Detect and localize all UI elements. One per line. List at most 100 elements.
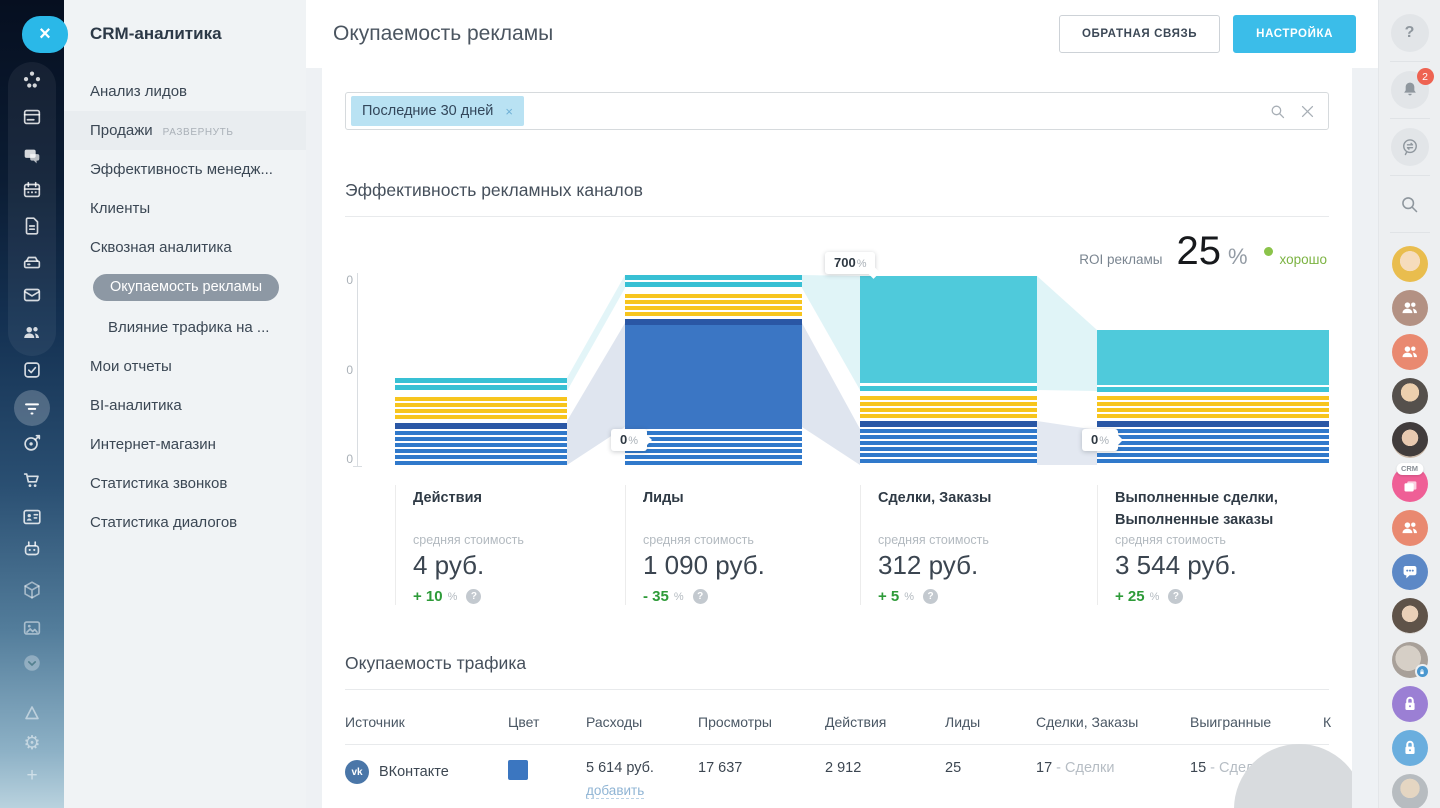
dialog-icon: [1400, 137, 1420, 157]
sidebar-item-vliyanie[interactable]: Влияние трафика на ...: [64, 308, 306, 347]
close-icon: ×: [39, 23, 51, 46]
stat-leads: Лиды средняя стоимость 1 090 руб. - 35%?: [625, 485, 842, 605]
avatar-user-4[interactable]: [1392, 598, 1428, 634]
y-tick: 0: [339, 363, 353, 377]
stat-completed: Выполненные сделки, Выполненные заказы с…: [1097, 485, 1327, 605]
help-button[interactable]: ?: [1391, 14, 1429, 52]
feedback-button[interactable]: ОБРАТНАЯ СВЯЗЬ: [1059, 15, 1220, 53]
stage-stats: Действия средняя стоимость 4 руб. + 10%?…: [345, 481, 1329, 631]
avatar-user-3[interactable]: [1392, 422, 1428, 458]
main-area: Окупаемость рекламы ОБРАТНАЯ СВЯЗЬ НАСТР…: [306, 0, 1378, 808]
chats-icon[interactable]: [14, 138, 50, 174]
y-tick: 0: [339, 452, 353, 466]
notifications-button[interactable]: 2: [1391, 71, 1429, 109]
help-icon[interactable]: ?: [466, 589, 481, 604]
network-icon[interactable]: [14, 62, 50, 98]
roi-label: ROI рекламы: [1079, 252, 1162, 267]
dialogs-button[interactable]: [1391, 128, 1429, 166]
content-card: Последние 30 дней × Эффективность реклам…: [322, 68, 1352, 808]
stat-deals: Сделки, Заказы средняя стоимость 312 руб…: [860, 485, 1077, 605]
avatar-user-1[interactable]: [1392, 246, 1428, 282]
avatar-group-3[interactable]: [1392, 510, 1428, 546]
roi-percent-sign: %: [1228, 244, 1248, 270]
tag-close-icon[interactable]: ×: [505, 104, 513, 119]
sidebar-item-internet-magazin[interactable]: Интернет-магазин: [64, 425, 306, 464]
task-icon[interactable]: [14, 352, 50, 388]
crm-badge: CRM: [1396, 463, 1423, 475]
cube-icon[interactable]: [14, 572, 50, 608]
funnel-col-completed[interactable]: [1097, 330, 1329, 465]
sidebar-item-klienty[interactable]: Клиенты: [64, 189, 306, 228]
channel-color-swatch[interactable]: [508, 760, 528, 780]
add-expenses-link[interactable]: добавить: [586, 783, 644, 799]
filter-bar[interactable]: Последние 30 дней ×: [345, 92, 1329, 130]
roi-status: хорошо: [1280, 252, 1327, 267]
calendar-icon[interactable]: [14, 172, 50, 208]
section-title-channels: Эффективность рекламных каналов: [345, 180, 1329, 217]
funnel-chart: ROI рекламы 25 % хорошо 0 0 0: [345, 243, 1329, 481]
search-button[interactable]: [1391, 185, 1429, 223]
table-header: Источник Цвет Расходы Просмотры Действия…: [345, 690, 1329, 745]
drive-icon[interactable]: [14, 245, 50, 281]
help-icon[interactable]: ?: [923, 589, 938, 604]
chevron-down-circle-icon[interactable]: [14, 645, 50, 681]
help-icon[interactable]: ?: [1168, 589, 1183, 604]
status-dot: [1264, 247, 1273, 256]
sidebar: CRM-аналитика Анализ лидов ПродажиРАЗВЕР…: [64, 0, 306, 808]
sidebar-item-okupaemost-selected[interactable]: Окупаемость рекламы: [93, 274, 279, 301]
app-window: × ⚙ + CRM-аналитика Анализ лидов Продажи…: [0, 0, 1440, 808]
avatar-lock-purple[interactable]: [1392, 686, 1428, 722]
target-icon[interactable]: [14, 425, 50, 461]
gear-icon[interactable]: ⚙: [14, 725, 50, 761]
sidebar-item-prodazhi[interactable]: ПродажиРАЗВЕРНУТЬ: [64, 111, 306, 150]
sidebar-item-skvoznaya[interactable]: Сквозная аналитика: [64, 228, 306, 267]
mail-icon[interactable]: [14, 277, 50, 313]
avatar-office[interactable]: [1392, 642, 1428, 678]
people-icon[interactable]: [14, 314, 50, 350]
y-axis: [357, 273, 358, 467]
funnel-icon[interactable]: [14, 390, 50, 426]
expenses-cell: 5 614 руб. добавить: [586, 760, 698, 799]
roi-indicator: ROI рекламы 25 % хорошо: [1079, 229, 1327, 274]
avatar-lock-blue[interactable]: [1392, 730, 1428, 766]
close-button[interactable]: ×: [22, 16, 68, 53]
funnel-col-deals[interactable]: [860, 276, 1037, 465]
funnel-col-actions[interactable]: [395, 378, 567, 465]
cart-icon[interactable]: [14, 462, 50, 498]
clear-filter-icon[interactable]: [1299, 103, 1316, 120]
section-title-traffic: Окупаемость трафика: [345, 653, 1329, 690]
document-icon[interactable]: [14, 208, 50, 244]
sidebar-item-moi-otchety[interactable]: Мои отчеты: [64, 347, 306, 386]
photo-icon[interactable]: [14, 610, 50, 646]
contact-card-icon[interactable]: [14, 499, 50, 535]
bell-icon: [1400, 80, 1420, 100]
window-icon[interactable]: [14, 99, 50, 135]
sidebar-item-statistika-zvonkov[interactable]: Статистика звонков: [64, 464, 306, 503]
avatar-user-2[interactable]: [1392, 378, 1428, 414]
conversion-tooltip-0a: 0%: [611, 429, 647, 451]
robot-icon[interactable]: [14, 531, 50, 567]
help-icon[interactable]: ?: [693, 589, 708, 604]
settings-button[interactable]: НАСТРОЙКА: [1233, 15, 1356, 53]
plus-icon[interactable]: +: [14, 757, 50, 793]
avatar-user-5[interactable]: [1392, 774, 1428, 808]
traffic-table: Источник Цвет Расходы Просмотры Действия…: [345, 690, 1329, 808]
sidebar-item-analiz-lidov[interactable]: Анализ лидов: [64, 72, 306, 111]
conversion-tooltip-0b: 0%: [1082, 429, 1118, 451]
expand-label[interactable]: РАЗВЕРНУТЬ: [163, 127, 234, 138]
sidebar-item-effektivnost[interactable]: Эффективность менедж...: [64, 150, 306, 189]
search-icon[interactable]: [1269, 103, 1286, 120]
sidebar-title: CRM-аналитика: [90, 24, 306, 44]
conversion-tooltip-700: 700%: [825, 252, 875, 274]
avatar-crm[interactable]: CRM: [1392, 466, 1428, 502]
y-tick: 0: [339, 273, 353, 287]
sidebar-item-statistika-dialogov[interactable]: Статистика диалогов: [64, 503, 306, 542]
sidebar-item-bi-analitika[interactable]: BI-аналитика: [64, 386, 306, 425]
filter-tag[interactable]: Последние 30 дней ×: [351, 96, 524, 126]
avatar-group-1[interactable]: [1392, 290, 1428, 326]
notification-badge: 2: [1417, 68, 1434, 85]
table-row[interactable]: vk ВКонтакте 5 614 руб. добавить 17 637 …: [345, 745, 1329, 808]
avatar-group-2[interactable]: [1392, 334, 1428, 370]
search-icon: [1399, 194, 1420, 215]
avatar-chat-group[interactable]: [1392, 554, 1428, 590]
